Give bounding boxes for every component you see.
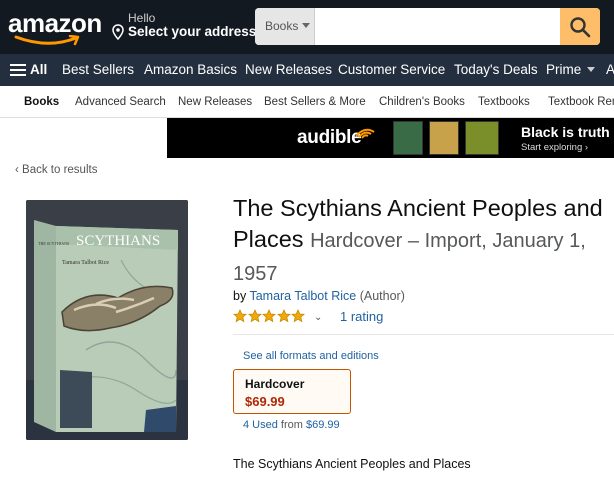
location-pin-icon bbox=[112, 24, 124, 40]
cover-spine-text: THE SCYTHIANS bbox=[38, 241, 69, 246]
star-icons bbox=[233, 309, 306, 327]
banner-cta[interactable]: Start exploring › bbox=[521, 142, 588, 153]
see-all-formats-link[interactable]: See all formats and editions bbox=[243, 350, 379, 362]
nav-new-releases[interactable]: New Releases bbox=[245, 62, 332, 77]
amazon-logo[interactable]: amazon bbox=[8, 8, 102, 46]
star-icon bbox=[247, 309, 262, 323]
nav-best-sellers[interactable]: Best Sellers bbox=[62, 62, 134, 77]
cover-title-text: SCYTHIANS bbox=[76, 233, 160, 249]
audible-logo: audible bbox=[297, 127, 362, 148]
nav-all[interactable]: All bbox=[30, 62, 47, 77]
author-link[interactable]: Tamara Talbot Rice bbox=[249, 289, 356, 303]
star-icon bbox=[276, 309, 291, 323]
top-header: amazon Hello Select your address Books bbox=[0, 0, 614, 54]
logo-wordmark: amazon bbox=[8, 8, 102, 38]
search-button[interactable] bbox=[560, 8, 600, 45]
search-bar: Books bbox=[255, 8, 600, 45]
chevron-down-icon[interactable]: ⌄ bbox=[314, 312, 322, 323]
by-label: by bbox=[233, 289, 247, 303]
nav-todays-deals[interactable]: Today's Deals bbox=[454, 62, 538, 77]
search-input[interactable] bbox=[316, 8, 560, 45]
divider bbox=[233, 334, 614, 335]
subnav-textbooks[interactable]: Textbooks bbox=[478, 96, 530, 108]
used-count: 4 Used bbox=[243, 419, 278, 431]
audiobook-cover bbox=[465, 121, 499, 155]
audiobook-cover bbox=[429, 121, 459, 155]
product-title: The Scythians Ancient Peoples and Places… bbox=[233, 193, 603, 290]
search-icon bbox=[570, 17, 591, 38]
subnav-books[interactable]: Books bbox=[24, 96, 59, 108]
star-icon bbox=[262, 309, 276, 323]
search-category-dropdown[interactable]: Books bbox=[255, 8, 315, 45]
format-price: $69.99 bbox=[245, 394, 285, 409]
used-from-label: from bbox=[280, 419, 303, 431]
format-option-hardcover[interactable]: Hardcover $69.99 bbox=[233, 369, 351, 414]
star-rating[interactable]: ⌄ 1 rating bbox=[233, 309, 383, 327]
back-to-results-link[interactable]: ‹ Back to results bbox=[15, 164, 97, 176]
format-name: Hardcover bbox=[245, 377, 305, 391]
author-role: (Author) bbox=[359, 289, 405, 303]
used-offers-link[interactable]: 4 Used from $69.99 bbox=[243, 419, 340, 431]
nav-overflow-item[interactable]: A bbox=[606, 62, 614, 77]
main-nav: All Best Sellers Amazon Basics New Relea… bbox=[0, 54, 614, 86]
star-icon bbox=[233, 309, 247, 323]
byline: by Tamara Talbot Rice (Author) bbox=[233, 289, 405, 303]
banner-headline: Black is truth bbox=[521, 124, 610, 140]
subnav-childrens-books[interactable]: Children's Books bbox=[379, 96, 465, 108]
subnav-textbook-rentals[interactable]: Textbook Ren bbox=[548, 96, 614, 108]
ratings-count-link[interactable]: 1 rating bbox=[340, 309, 383, 324]
product-description-heading: The Scythians Ancient Peoples and Places bbox=[233, 457, 471, 471]
used-price: $69.99 bbox=[305, 419, 340, 431]
audiobook-cover bbox=[393, 121, 423, 155]
caret-down-icon bbox=[302, 23, 311, 28]
nav-prime[interactable]: Prime bbox=[546, 62, 596, 77]
product-image[interactable]: SCYTHIANS Tamara Talbot Rice THE SCYTHIA… bbox=[26, 200, 188, 440]
hamburger-menu-icon[interactable] bbox=[10, 64, 26, 76]
book-cover-illustration: SCYTHIANS Tamara Talbot Rice THE SCYTHIA… bbox=[26, 200, 188, 440]
select-address-label: Select your address bbox=[128, 24, 257, 39]
subnav-new-releases[interactable]: New Releases bbox=[178, 96, 252, 108]
caret-down-icon bbox=[587, 67, 596, 72]
nav-amazon-basics[interactable]: Amazon Basics bbox=[144, 62, 237, 77]
cover-author-text: Tamara Talbot Rice bbox=[62, 260, 109, 266]
hello-label: Hello bbox=[128, 11, 156, 25]
logo-smile-icon bbox=[14, 35, 80, 46]
books-subnav: Books Advanced Search New Releases Best … bbox=[0, 86, 614, 118]
subnav-best-sellers-more[interactable]: Best Sellers & More bbox=[264, 96, 366, 108]
audible-wave-icon bbox=[355, 128, 375, 139]
nav-customer-service[interactable]: Customer Service bbox=[338, 62, 445, 77]
star-icon bbox=[291, 309, 305, 323]
search-category-label: Books bbox=[265, 19, 299, 33]
subnav-advanced-search[interactable]: Advanced Search bbox=[75, 96, 166, 108]
nav-prime-label: Prime bbox=[546, 62, 582, 77]
audible-banner-ad[interactable]: audible Black is truth Start exploring › bbox=[167, 118, 614, 158]
